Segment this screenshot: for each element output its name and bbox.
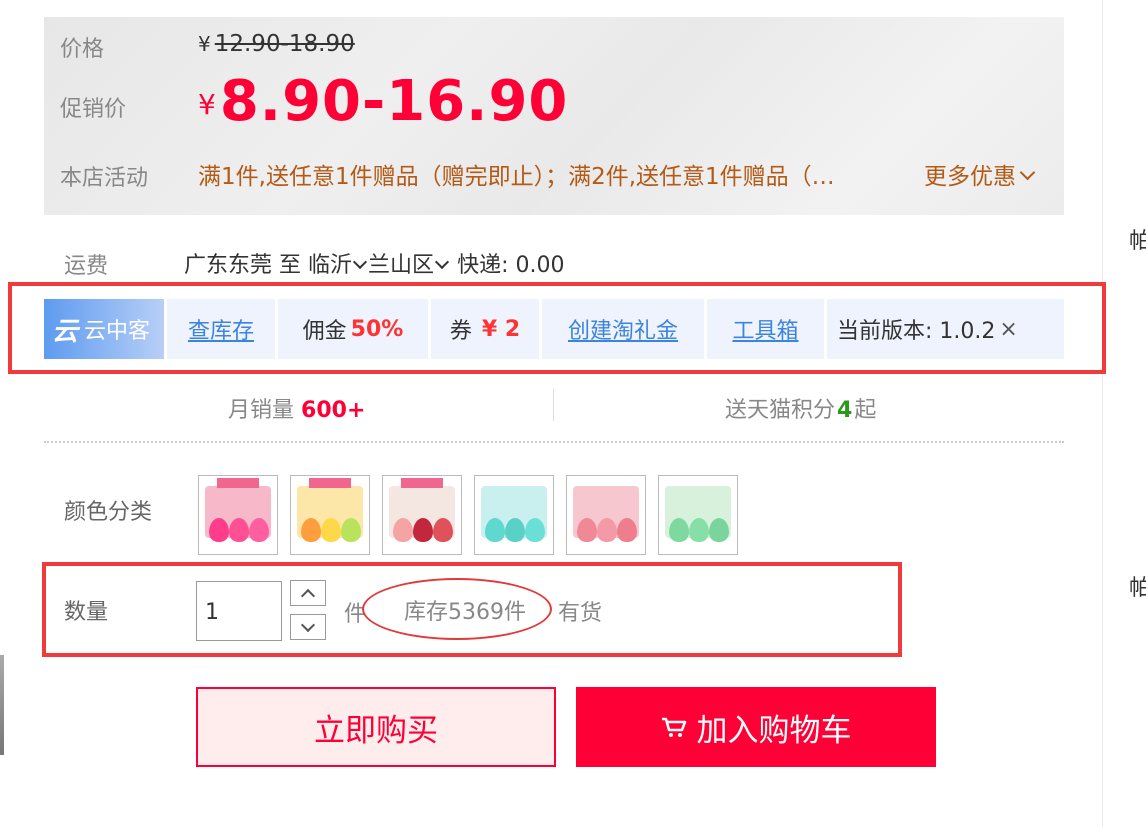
makeup-sponge-image [209, 518, 229, 542]
points-prefix: 送天猫积分 [725, 398, 836, 423]
color-swatch[interactable] [382, 475, 462, 555]
buy-now-label: 立即购买 [314, 712, 438, 749]
more-offers-label: 更多优惠 [924, 164, 1016, 190]
destination-district: 兰山区 [368, 253, 435, 278]
side-panel-text: 帕 [1129, 229, 1146, 254]
package-label-strip [217, 478, 259, 488]
makeup-sponge-image [433, 518, 453, 542]
store-activity-text: 满1件,送任意1件赠品（赠完即止）；满2件,送任意1件赠品（… [198, 164, 835, 190]
shipping-info: 广东东莞 至 临沂 兰山区 快递: 0.00 [184, 247, 564, 279]
original-price: ¥12.90-18.90 [198, 31, 355, 57]
color-swatch[interactable] [474, 475, 554, 555]
makeup-sponge-image [229, 518, 249, 542]
promo-currency: ¥ [198, 88, 216, 121]
ship-from: 广东东莞 [184, 253, 273, 278]
color-swatch[interactable] [198, 475, 278, 555]
add-to-cart-button[interactable]: 加入购物车 [576, 687, 936, 767]
makeup-sponge-image [321, 518, 341, 542]
chevron-down-icon [1019, 164, 1036, 181]
left-edge-shadow [0, 655, 4, 755]
chevron-down-icon [434, 254, 450, 270]
color-swatch[interactable] [658, 475, 738, 555]
price-panel: 价格 ¥12.90-18.90 促销价 ¥8.90-16.90 本店活动 满1件… [44, 17, 1064, 215]
destination-city: 临沂 [308, 253, 353, 278]
highlight-ellipse-stock [362, 578, 552, 640]
promo-price: ¥8.90-16.90 [198, 69, 568, 134]
more-offers-link[interactable]: 更多优惠 [924, 157, 1036, 191]
price-label: 价格 [60, 37, 105, 62]
monthly-sales: 月销量 600+ [228, 392, 365, 424]
highlight-box-plugin [8, 282, 1106, 374]
makeup-sponge-image [413, 518, 433, 542]
ship-to-word: 至 [279, 253, 302, 278]
shipping-method: 快递: 0.00 [457, 253, 565, 278]
color-swatch[interactable] [566, 475, 646, 555]
makeup-sponge-image [505, 518, 525, 542]
makeup-sponge-image [301, 518, 321, 542]
side-panel-text: 帕 [1129, 576, 1146, 601]
package-label-strip [401, 478, 443, 488]
promo-label: 促销价 [60, 97, 127, 122]
makeup-sponge-image [525, 518, 545, 542]
activity-label: 本店活动 [60, 166, 149, 191]
points-value: 4 [837, 398, 853, 423]
stats-divider [553, 389, 554, 421]
cart-icon [661, 717, 686, 737]
color-swatch-list [198, 475, 738, 555]
destination-district-select[interactable]: 兰山区 [368, 253, 450, 278]
monthly-sales-label: 月销量 [228, 398, 295, 423]
makeup-sponge-image [669, 518, 689, 542]
points-suffix: 起 [854, 398, 877, 423]
makeup-sponge-image [709, 518, 729, 542]
original-currency: ¥ [198, 32, 211, 56]
tmall-points: 送天猫积分4起 [725, 392, 876, 424]
color-label: 颜色分类 [64, 500, 153, 525]
promo-price-value: 8.90-16.90 [219, 69, 569, 134]
destination-city-select[interactable]: 临沂 [308, 253, 368, 278]
makeup-sponge-image [393, 518, 413, 542]
makeup-sponge-image [597, 518, 617, 542]
monthly-sales-value: 600+ [301, 398, 366, 423]
makeup-sponge-image [249, 518, 269, 542]
chevron-down-icon [352, 254, 368, 270]
package-label-strip [309, 478, 351, 488]
buy-now-button[interactable]: 立即购买 [196, 687, 556, 767]
makeup-sponge-image [689, 518, 709, 542]
makeup-sponge-image [617, 518, 637, 542]
original-price-value: 12.90-18.90 [214, 31, 355, 57]
shipping-label: 运费 [64, 254, 109, 279]
add-to-cart-label: 加入购物车 [696, 712, 852, 749]
section-divider [44, 441, 1064, 443]
makeup-sponge-image [485, 518, 505, 542]
makeup-sponge-image [577, 518, 597, 542]
right-column-divider [1102, 0, 1103, 827]
color-swatch[interactable] [290, 475, 370, 555]
makeup-sponge-image [341, 518, 361, 542]
